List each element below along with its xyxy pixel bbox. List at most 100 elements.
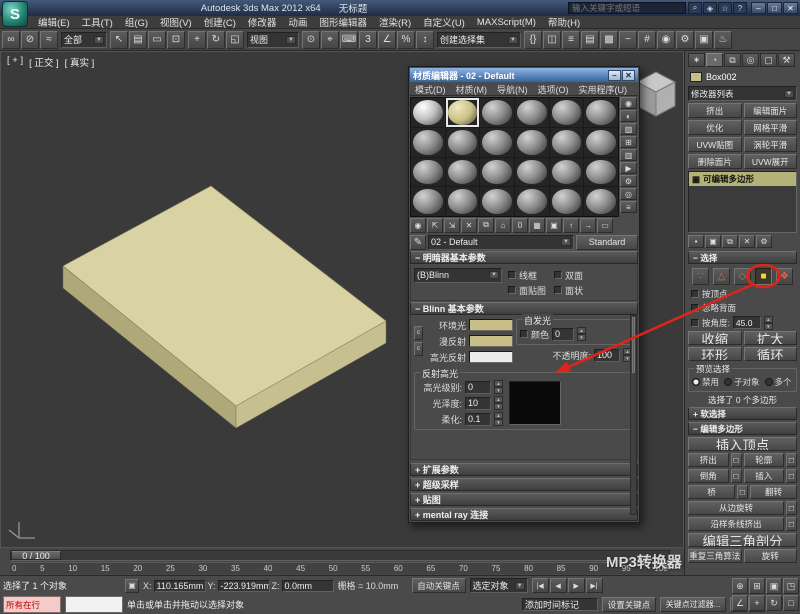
extrude-settings-button[interactable]: □ bbox=[731, 453, 742, 467]
tab-utilities[interactable]: ⚒ bbox=[778, 53, 795, 67]
layer-manager-icon[interactable]: ▤ bbox=[581, 31, 599, 49]
tab-hierarchy[interactable]: ⧉ bbox=[724, 53, 741, 67]
assign-material-to-selection-icon[interactable]: ⇲ bbox=[444, 218, 460, 233]
selected-objects-dropdown[interactable]: 选定对象▼ bbox=[470, 578, 528, 593]
rollout-shader-basic-params[interactable]: 明暗器基本参数 bbox=[410, 251, 638, 264]
specular-level-spinner[interactable] bbox=[494, 381, 503, 394]
extrude-along-spline-settings-button[interactable]: □ bbox=[786, 517, 797, 531]
menu-item[interactable]: 工具(T) bbox=[76, 15, 119, 29]
collapsed-rollout-header[interactable]: mental ray 连接 bbox=[410, 508, 638, 521]
use-pivot-center-icon[interactable]: ⊙ bbox=[302, 31, 320, 49]
material-sample-slot[interactable] bbox=[584, 158, 618, 187]
hinge-from-edge-button[interactable]: 从边旋转 bbox=[688, 501, 784, 515]
infocenter-search-input[interactable] bbox=[568, 2, 686, 14]
reset-map-icon[interactable]: ✕ bbox=[461, 218, 477, 233]
collapsed-rollout-header[interactable]: 超级采样 bbox=[410, 478, 638, 491]
menu-item[interactable]: MAXScript(M) bbox=[471, 17, 542, 28]
material-editor-menu-item[interactable]: 选项(O) bbox=[533, 83, 574, 96]
select-by-material-icon[interactable]: ◎ bbox=[620, 188, 637, 200]
modifier-button[interactable]: 网格平滑 bbox=[744, 120, 798, 135]
bind-to-space-warp-icon[interactable]: ≈ bbox=[40, 31, 58, 49]
glossiness-field[interactable]: 10 bbox=[465, 397, 491, 410]
spinner-snap-icon[interactable]: ↕ bbox=[416, 31, 434, 49]
menu-item[interactable]: 创建(C) bbox=[198, 15, 242, 29]
material-sample-slot[interactable] bbox=[550, 128, 584, 157]
shader-type-dropdown[interactable]: (B)Blinn▼ bbox=[414, 268, 502, 283]
stack-item-editable-poly[interactable]: ▦ 可编辑多边形 bbox=[689, 172, 796, 186]
zoom-icon[interactable]: ⊕ bbox=[732, 578, 748, 594]
modifier-button[interactable]: 编辑面片 bbox=[744, 103, 798, 118]
show-end-result-icon[interactable]: ▣ bbox=[546, 218, 562, 233]
by-vertex-checkbox[interactable]: 按顶点 bbox=[691, 288, 797, 300]
unlink-selection-icon[interactable]: ⊘ bbox=[21, 31, 39, 49]
modifier-stack[interactable]: ▦ 可编辑多边形 bbox=[688, 171, 797, 233]
backlight-icon[interactable]: ◐ bbox=[620, 110, 637, 122]
material-sample-slot[interactable] bbox=[515, 158, 549, 187]
face-map-checkbox[interactable]: 面贴图 bbox=[508, 284, 546, 297]
named-selection-set-dropdown[interactable]: 创建选择集▼ bbox=[437, 32, 521, 48]
zoom-all-icon[interactable]: ⊞ bbox=[749, 578, 765, 594]
add-time-tag[interactable]: 添加时间标记 bbox=[522, 598, 598, 611]
material-sample-slot[interactable] bbox=[584, 128, 618, 157]
material-editor-minimize-button[interactable]: – bbox=[608, 70, 621, 81]
bridge-button[interactable]: 桥 bbox=[688, 485, 735, 499]
edit-triangulation-button[interactable]: 编辑三角剖分 bbox=[688, 533, 797, 547]
select-object-icon[interactable]: ↖ bbox=[110, 31, 128, 49]
pick-material-from-object-icon[interactable]: ✎ bbox=[410, 235, 426, 250]
box-object-top-face[interactable] bbox=[63, 186, 386, 406]
soften-spinner[interactable] bbox=[494, 413, 503, 426]
show-map-in-viewport-icon[interactable]: ▦ bbox=[529, 218, 545, 233]
remove-modifier-icon[interactable]: ✕ bbox=[739, 235, 755, 248]
selection-lock-icon[interactable]: ▣ bbox=[125, 579, 139, 593]
material-sample-slot[interactable] bbox=[480, 158, 514, 187]
menu-item[interactable]: 自定义(U) bbox=[417, 15, 471, 29]
curve-editor-icon[interactable]: ~ bbox=[619, 31, 637, 49]
previous-frame-button[interactable]: ◀ bbox=[550, 578, 567, 593]
reference-coordinate-dropdown[interactable]: 视图▼ bbox=[247, 32, 299, 48]
align-icon[interactable]: ≡ bbox=[562, 31, 580, 49]
extrude-button[interactable]: 挤出 bbox=[688, 453, 729, 467]
material-sample-slot[interactable] bbox=[446, 187, 480, 216]
modifier-button[interactable]: UVW贴图 bbox=[688, 137, 742, 152]
specular-level-field[interactable]: 0 bbox=[465, 381, 491, 394]
lock-diffuse-specular-icon[interactable]: c bbox=[414, 342, 423, 356]
render-setup-icon[interactable]: ⚙ bbox=[676, 31, 694, 49]
go-to-end-button[interactable]: ▶| bbox=[586, 578, 603, 593]
wireframe-checkbox[interactable]: 线框 bbox=[508, 269, 546, 282]
material-sample-slot[interactable] bbox=[411, 98, 445, 127]
configure-modifier-sets-icon[interactable]: ⚙ bbox=[756, 235, 772, 248]
material-editor-menu-item[interactable]: 材质(M) bbox=[451, 83, 493, 96]
maximize-button[interactable]: □ bbox=[767, 2, 782, 14]
material-id-channel-icon[interactable]: 0 bbox=[512, 218, 528, 233]
material-editor-icon[interactable]: ◉ bbox=[657, 31, 675, 49]
material-sample-slot[interactable] bbox=[411, 158, 445, 187]
material-sample-slot[interactable] bbox=[515, 128, 549, 157]
extrude-along-spline-button[interactable]: 沿样条线挤出 bbox=[688, 517, 784, 531]
menu-item[interactable]: 图形编辑器 bbox=[313, 15, 373, 29]
menu-item[interactable]: 视图(V) bbox=[154, 15, 198, 29]
menu-item[interactable]: 渲染(R) bbox=[373, 15, 417, 29]
bevel-settings-button[interactable]: □ bbox=[731, 469, 742, 483]
set-key-button[interactable]: 设置关键点 bbox=[602, 597, 656, 612]
material-editor-menu-item[interactable]: 模式(D) bbox=[410, 83, 451, 96]
get-material-icon[interactable]: ◉ bbox=[410, 218, 426, 233]
keyboard-override-icon[interactable]: ⌨ bbox=[340, 31, 358, 49]
snap-toggle-icon[interactable]: 3 bbox=[359, 31, 377, 49]
glossiness-spinner[interactable] bbox=[494, 397, 503, 410]
minimize-button[interactable]: – bbox=[751, 2, 766, 14]
modifier-button[interactable]: 挤出 bbox=[688, 103, 742, 118]
lock-ambient-diffuse-icon[interactable]: c bbox=[414, 326, 423, 340]
self-illumination-spinner[interactable] bbox=[577, 328, 586, 341]
z-coordinate-field[interactable]: 0.0mm bbox=[282, 580, 334, 592]
insert-button[interactable]: 插入 bbox=[744, 469, 785, 483]
make-preview-icon[interactable]: ▶ bbox=[620, 162, 637, 174]
viewport-general-menu[interactable]: [ + ] bbox=[7, 55, 23, 69]
select-and-scale-icon[interactable]: ◱ bbox=[226, 31, 244, 49]
subobj-polygon-icon[interactable]: ■ bbox=[755, 268, 772, 285]
help-icon[interactable]: ? bbox=[733, 2, 747, 14]
auto-key-button[interactable]: 自动关键点 bbox=[412, 578, 466, 593]
selection-filter-dropdown[interactable]: 全部▼ bbox=[61, 32, 107, 48]
material-sample-slot[interactable] bbox=[480, 98, 514, 127]
material-sample-slot[interactable] bbox=[550, 158, 584, 187]
graphite-ribbon-icon[interactable]: ▩ bbox=[600, 31, 618, 49]
